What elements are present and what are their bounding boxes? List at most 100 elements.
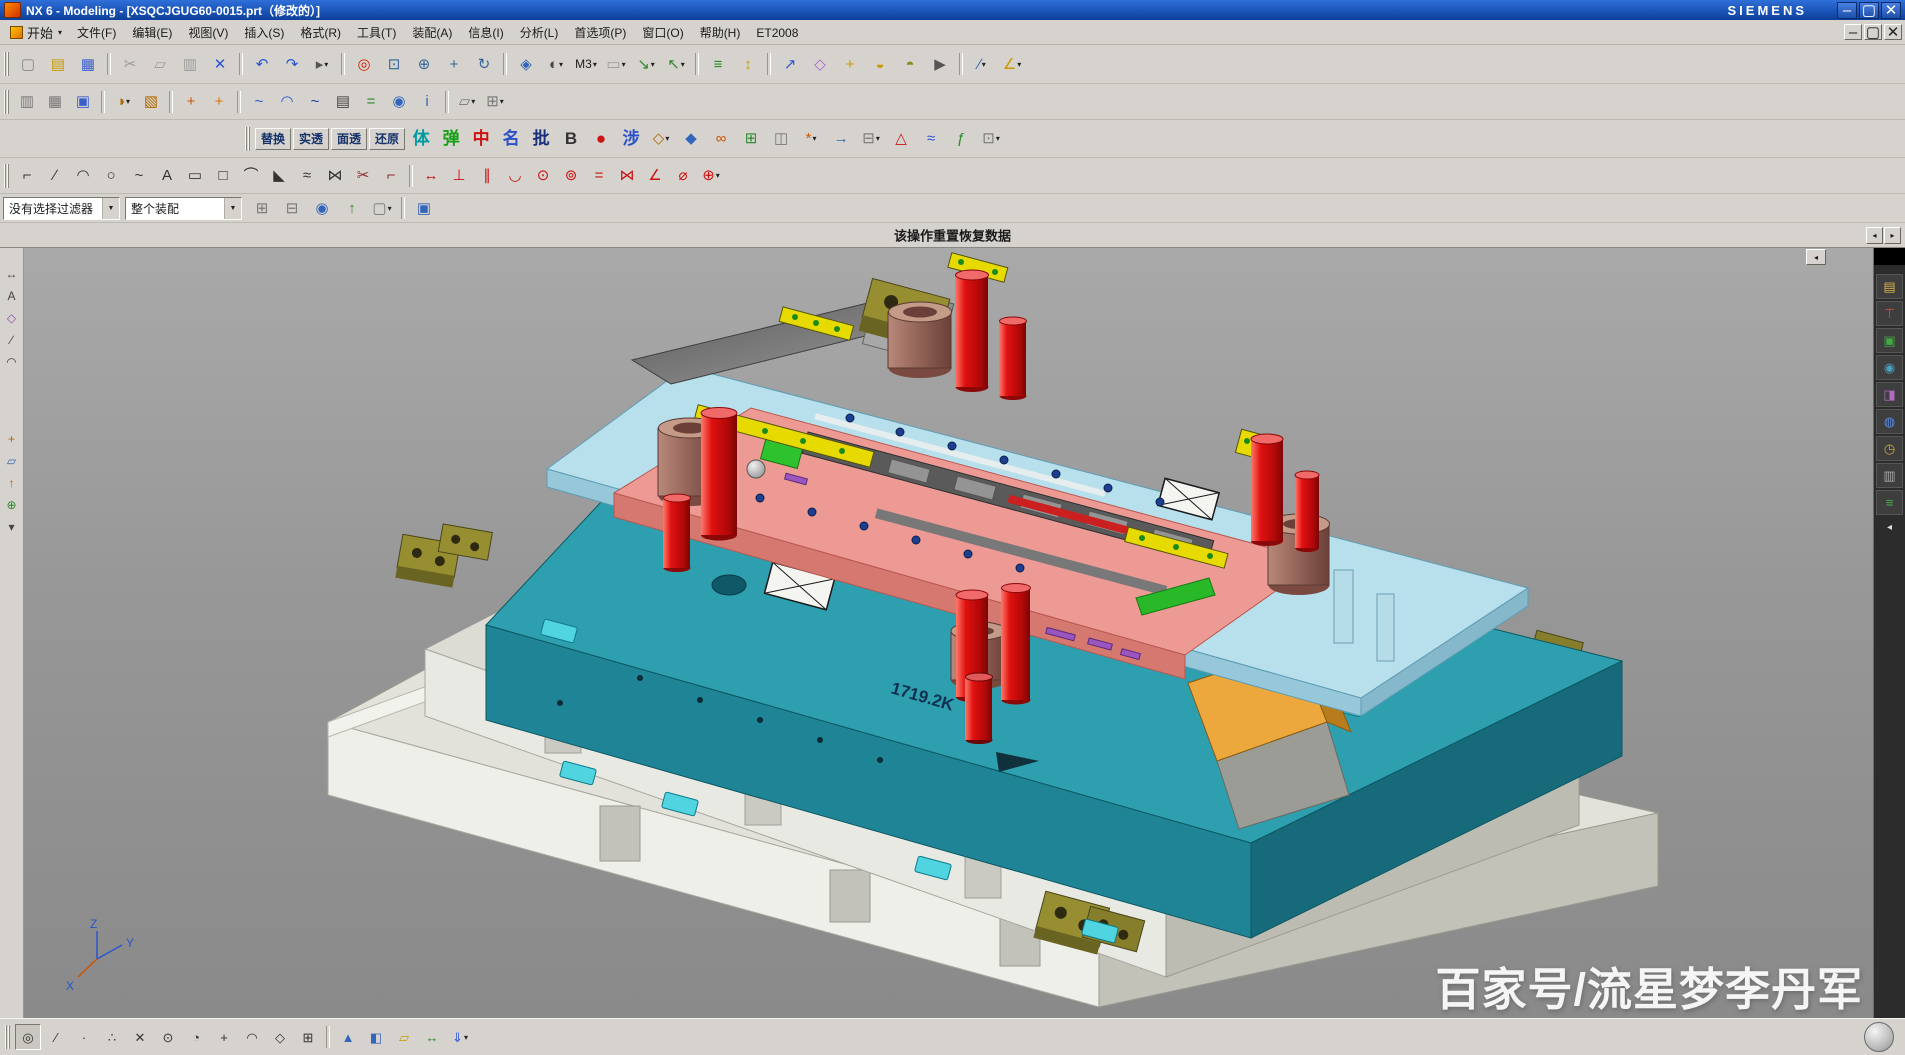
paste-button[interactable]: ▥ bbox=[176, 50, 204, 78]
menu-window[interactable]: 窗口(O) bbox=[634, 22, 691, 43]
toolbar-drag-handle[interactable] bbox=[4, 90, 9, 114]
interference-check-button[interactable]: 涉 bbox=[617, 125, 645, 153]
maximize-button[interactable]: ▢ bbox=[1859, 2, 1879, 19]
restore-display-button[interactable]: 还原 bbox=[369, 128, 405, 150]
rotate-view-button[interactable]: ↻ bbox=[470, 50, 498, 78]
scroll-left-icon[interactable]: ◂ bbox=[1866, 227, 1883, 244]
snap-options-dropdown[interactable]: ⇓▾ bbox=[447, 1024, 473, 1050]
quadrant-point-snap-button[interactable]: ◔ bbox=[183, 1024, 209, 1050]
face-transparency-button[interactable]: 面透 bbox=[331, 128, 367, 150]
new-file-button[interactable]: ▢ bbox=[14, 50, 42, 78]
menu-analysis[interactable]: 分析(L) bbox=[512, 22, 567, 43]
background-color-dropdown[interactable]: ▭▾ bbox=[602, 50, 630, 78]
more-dock-button[interactable]: ▾ bbox=[2, 517, 21, 536]
diameter-dimension-button[interactable]: ⌀ bbox=[670, 163, 696, 189]
pan-view-button[interactable]: + bbox=[440, 50, 468, 78]
center-tool-button[interactable]: 中 bbox=[467, 125, 495, 153]
wcs-dynamics-button[interactable]: + bbox=[178, 89, 204, 115]
arc-dock-button[interactable]: ◠ bbox=[2, 352, 21, 371]
fit-view-button[interactable]: ⊡ bbox=[380, 50, 408, 78]
interior-selection-button[interactable]: ⊟ bbox=[278, 194, 306, 222]
fillet-tool-button[interactable]: ⌒ bbox=[238, 163, 264, 189]
menu-preferences[interactable]: 首选项(P) bbox=[566, 22, 634, 43]
move-up-assembly-button[interactable]: ↑ bbox=[338, 194, 366, 222]
profile-tool-button[interactable]: ⌐ bbox=[14, 163, 40, 189]
interpart-expressions-button[interactable]: ƒ bbox=[947, 125, 975, 153]
assembly-navigator-tab[interactable]: ▤ bbox=[1876, 274, 1903, 299]
menu-insert[interactable]: 插入(S) bbox=[236, 22, 292, 43]
midpoint-snap-button[interactable]: · bbox=[71, 1024, 97, 1050]
history-tab[interactable]: ◷ bbox=[1876, 436, 1903, 461]
tangent-constraint-button[interactable]: ◡ bbox=[502, 163, 528, 189]
datum-plane-button[interactable]: ◇ bbox=[806, 50, 834, 78]
rectangle-tool-button[interactable]: ▭ bbox=[182, 163, 208, 189]
clearance-analysis-button[interactable]: △ bbox=[887, 125, 915, 153]
menu-help[interactable]: 帮助(H) bbox=[692, 22, 749, 43]
child-close-button[interactable]: ✕ bbox=[1884, 24, 1902, 40]
equal-constraint-button[interactable]: = bbox=[586, 163, 612, 189]
grid-dropdown[interactable]: ⊞▾ bbox=[482, 89, 508, 115]
point-on-curve-snap-button[interactable]: ◠ bbox=[239, 1024, 265, 1050]
toolbar-drag-handle[interactable] bbox=[5, 1025, 10, 1049]
open-file-button[interactable]: ▤ bbox=[44, 50, 72, 78]
save-displayed-button[interactable]: ▣ bbox=[70, 89, 96, 115]
menu-edit[interactable]: 编辑(E) bbox=[124, 22, 180, 43]
snapshot-selection-button[interactable]: ⊞ bbox=[248, 194, 276, 222]
spring-tool-button[interactable]: 弹 bbox=[437, 125, 465, 153]
orient-to-plane-dropdown[interactable]: ↘▾ bbox=[632, 50, 660, 78]
animation-button[interactable]: ▤ bbox=[330, 89, 356, 115]
line-dock-button[interactable]: ∕ bbox=[2, 330, 21, 349]
constraint-options-dropdown[interactable]: ⊕▾ bbox=[698, 163, 724, 189]
reference-sets-dropdown[interactable]: ⊡▾ bbox=[977, 125, 1005, 153]
delete-button[interactable]: ✕ bbox=[206, 50, 234, 78]
graphics-window[interactable]: 1719.2K bbox=[0, 248, 1905, 1018]
selection-filter-dropdown[interactable]: 没有选择过滤器 ▼ bbox=[3, 197, 120, 220]
reuse-library-tab[interactable]: ◉ bbox=[1876, 355, 1903, 380]
arc-tool-button[interactable]: ◠ bbox=[70, 163, 96, 189]
text-note-dock-button[interactable]: A bbox=[2, 286, 21, 305]
wave-geometry-linker-button[interactable]: ≈ bbox=[917, 125, 945, 153]
3d-model-canvas[interactable]: 1719.2K bbox=[0, 248, 1905, 1018]
body-select-button[interactable]: 体 bbox=[407, 125, 435, 153]
quick-pick-button[interactable]: ▣ bbox=[410, 194, 438, 222]
chevron-down-icon[interactable]: ▼ bbox=[102, 198, 119, 219]
redo-button[interactable]: ↷ bbox=[278, 50, 306, 78]
circle-tool-button[interactable]: ○ bbox=[98, 163, 124, 189]
assemblies-dropdown[interactable]: ◇▾ bbox=[647, 125, 675, 153]
arrangements-dropdown[interactable]: ⊟▾ bbox=[857, 125, 885, 153]
studio-spline-button[interactable]: ~ bbox=[302, 89, 328, 115]
exploded-views-dropdown[interactable]: *▾ bbox=[797, 125, 825, 153]
red-sphere-display-button[interactable]: ● bbox=[587, 125, 615, 153]
parallel-constraint-button[interactable]: ∥ bbox=[474, 163, 500, 189]
line-tool-button[interactable]: ∕ bbox=[42, 163, 68, 189]
zoom-in-out-button[interactable]: ⊕ bbox=[410, 50, 438, 78]
image-capture-button[interactable]: ◉ bbox=[386, 89, 412, 115]
menu-tools[interactable]: 工具(T) bbox=[349, 22, 404, 43]
information-button[interactable]: i bbox=[414, 89, 440, 115]
existing-point-snap-button[interactable]: + bbox=[211, 1024, 237, 1050]
spline-tool-button[interactable]: ~ bbox=[126, 163, 152, 189]
vector-dock-button[interactable]: ↑ bbox=[2, 473, 21, 492]
solid-transparency-button[interactable]: 实透 bbox=[293, 128, 329, 150]
copy-button[interactable]: ▱ bbox=[146, 50, 174, 78]
datum-csys-toggle-button[interactable]: ▲ bbox=[335, 1024, 361, 1050]
edit-object-display-dropdown[interactable]: ◑▾ bbox=[110, 89, 136, 115]
endpoint-snap-button[interactable]: ∕ bbox=[43, 1024, 69, 1050]
b-annotation-button[interactable]: B bbox=[557, 125, 585, 153]
clip-section-toggle-button[interactable]: ◧ bbox=[363, 1024, 389, 1050]
concentric-constraint-button[interactable]: ⊚ bbox=[558, 163, 584, 189]
chevron-down-icon[interactable]: ▼ bbox=[224, 198, 241, 219]
rapid-dimension-button[interactable]: ↔ bbox=[418, 163, 444, 189]
resource-bar-collapse-icon[interactable]: ◂ bbox=[1887, 522, 1892, 533]
show-hide-button[interactable]: ◒ bbox=[866, 50, 894, 78]
work-layer-button[interactable]: ▱ bbox=[391, 1024, 417, 1050]
measure-distance-dropdown[interactable]: ∕▾ bbox=[968, 50, 996, 78]
measure-angle-dropdown[interactable]: ∠▾ bbox=[998, 50, 1026, 78]
toolbar-drag-handle[interactable] bbox=[245, 127, 250, 151]
refresh-view-button[interactable]: ◎ bbox=[350, 50, 378, 78]
symmetry-constraint-button[interactable]: ⋈ bbox=[614, 163, 640, 189]
quick-trim-button[interactable]: ✂ bbox=[350, 163, 376, 189]
intersection-snap-button[interactable]: ✕ bbox=[127, 1024, 153, 1050]
perpendicular-constraint-button[interactable]: ⊥ bbox=[446, 163, 472, 189]
selection-scope-dropdown[interactable]: 整个装配 ▼ bbox=[125, 197, 242, 220]
